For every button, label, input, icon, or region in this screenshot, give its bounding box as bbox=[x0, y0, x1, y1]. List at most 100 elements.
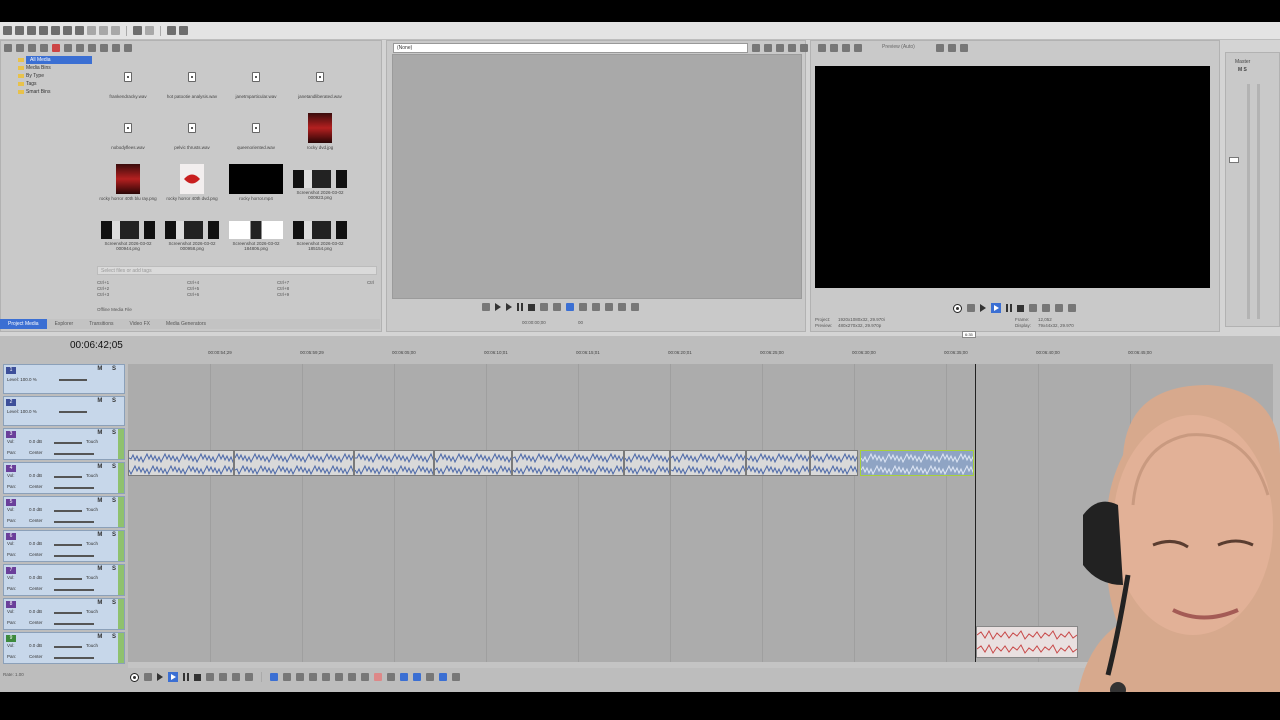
selected-audio-event[interactable] bbox=[860, 450, 974, 476]
mute-solo-buttons[interactable]: M S bbox=[97, 430, 120, 436]
playhead-marker[interactable]: 6:35 bbox=[962, 331, 976, 338]
redo-icon[interactable] bbox=[145, 26, 154, 35]
save-icon[interactable] bbox=[27, 26, 36, 35]
selection-tool-icon[interactable] bbox=[296, 673, 304, 681]
media-item[interactable]: Screenshot 2026-03-02 184806.png bbox=[224, 215, 288, 251]
record-icon[interactable] bbox=[953, 303, 962, 313]
preview-settings-icon[interactable] bbox=[818, 44, 826, 52]
trimmer-option-icon[interactable] bbox=[800, 44, 808, 52]
volume-slider[interactable] bbox=[54, 646, 82, 648]
lock-icon[interactable] bbox=[361, 673, 369, 681]
next-frame-icon[interactable] bbox=[553, 303, 561, 311]
delete-icon[interactable] bbox=[111, 26, 120, 35]
play-icon[interactable] bbox=[168, 672, 178, 682]
preview-fx-icon[interactable] bbox=[830, 44, 838, 52]
trimmer-option-icon[interactable] bbox=[752, 44, 760, 52]
prev-frame-icon[interactable] bbox=[1055, 304, 1063, 312]
volume-slider[interactable] bbox=[54, 442, 82, 444]
mute-solo-buttons[interactable]: M S bbox=[97, 498, 120, 504]
lock-envelopes-icon[interactable] bbox=[439, 673, 447, 681]
tree-item-by-type[interactable]: By Type bbox=[10, 72, 92, 80]
record-icon[interactable] bbox=[130, 672, 139, 682]
go-to-end-icon[interactable] bbox=[1042, 304, 1050, 312]
trimmer-tool-icon[interactable] bbox=[631, 303, 639, 311]
media-item[interactable]: janetandliberated.wav bbox=[288, 62, 352, 99]
audio-event[interactable] bbox=[624, 450, 670, 476]
media-item[interactable]: Screenshot 2026-03-02 185154.png bbox=[288, 215, 352, 251]
copy-snapshot-icon[interactable] bbox=[948, 44, 956, 52]
split-screen-icon[interactable] bbox=[842, 44, 850, 52]
audio-event[interactable] bbox=[810, 450, 858, 476]
mute-solo-buttons[interactable]: M S bbox=[97, 464, 120, 470]
snapping-icon[interactable] bbox=[400, 673, 408, 681]
loop-icon[interactable] bbox=[482, 303, 490, 311]
master-fader[interactable] bbox=[1229, 157, 1239, 163]
pause-icon[interactable] bbox=[1006, 304, 1012, 312]
pan-slider[interactable] bbox=[54, 521, 94, 523]
media-item[interactable]: Screenshot 2026-03-02 000923.png bbox=[288, 164, 352, 200]
go-to-end-icon[interactable] bbox=[219, 673, 227, 681]
auto-ripple-icon[interactable] bbox=[413, 673, 421, 681]
loop-icon[interactable] bbox=[967, 304, 975, 312]
media-item[interactable]: queenoriented.wav bbox=[224, 113, 288, 150]
import-media-icon[interactable] bbox=[4, 44, 12, 52]
ignore-grouping-icon[interactable] bbox=[452, 673, 460, 681]
new-icon[interactable] bbox=[3, 26, 12, 35]
audio-event[interactable] bbox=[128, 450, 234, 476]
trimmer-viewer[interactable] bbox=[392, 54, 802, 299]
get-media-icon[interactable] bbox=[28, 44, 36, 52]
cut-icon[interactable] bbox=[75, 26, 84, 35]
volume-slider[interactable] bbox=[54, 510, 82, 512]
automation-mode[interactable]: Touch bbox=[86, 541, 98, 546]
mute-solo-buttons[interactable]: M S bbox=[97, 600, 120, 606]
prev-frame-icon[interactable] bbox=[232, 673, 240, 681]
preview-quality-dropdown[interactable]: Preview (Auto) bbox=[882, 44, 915, 50]
audio-track-header[interactable]: 4 M S Vol: 0.0 dB Touch Pan: Center bbox=[3, 462, 125, 494]
media-item[interactable]: pelvic thrusts.wav bbox=[160, 113, 224, 150]
trimmer-tool-icon[interactable] bbox=[579, 303, 587, 311]
pause-icon[interactable] bbox=[183, 673, 189, 681]
automation-mode[interactable]: Touch bbox=[86, 643, 98, 648]
pan-slider[interactable] bbox=[54, 589, 94, 591]
play-icon[interactable] bbox=[495, 303, 501, 311]
go-to-start-icon[interactable] bbox=[206, 673, 214, 681]
video-track-header[interactable]: 2 M S Level: 100.0 % bbox=[3, 396, 125, 426]
trimmer-tool-icon[interactable] bbox=[605, 303, 613, 311]
media-item[interactable]: rocky horror.mp4 bbox=[224, 164, 288, 201]
audio-event[interactable] bbox=[746, 450, 810, 476]
mute-solo-buttons[interactable]: M S bbox=[97, 634, 120, 640]
overlays-icon[interactable] bbox=[936, 44, 944, 52]
pause-icon[interactable] bbox=[517, 303, 523, 311]
media-item[interactable]: frankendracky.wav bbox=[96, 62, 160, 99]
trimmer-option-icon[interactable] bbox=[764, 44, 772, 52]
audio-event[interactable] bbox=[434, 450, 512, 476]
loop-icon[interactable] bbox=[144, 673, 152, 681]
undo-icon[interactable] bbox=[133, 26, 142, 35]
dragged-audio-clip[interactable] bbox=[976, 626, 1078, 658]
time-ruler[interactable]: 00:00:54;29 00:05:59;29 00:06:05;00 00:06:1… bbox=[128, 348, 1273, 360]
pan-slider[interactable] bbox=[54, 657, 94, 659]
media-fx-icon[interactable] bbox=[64, 44, 72, 52]
split-icon[interactable] bbox=[348, 673, 356, 681]
envelope-tool-icon[interactable] bbox=[283, 673, 291, 681]
prev-frame-icon[interactable] bbox=[540, 303, 548, 311]
level-slider[interactable] bbox=[59, 411, 87, 413]
automation-mode[interactable]: Touch bbox=[86, 473, 98, 478]
media-item[interactable]: Screenshot 2026-03-02 000944.png bbox=[96, 215, 160, 251]
automation-mode[interactable]: Touch bbox=[86, 439, 98, 444]
timeline-cursor[interactable] bbox=[975, 364, 976, 662]
properties-icon[interactable] bbox=[39, 26, 48, 35]
render-icon[interactable] bbox=[51, 26, 60, 35]
volume-slider[interactable] bbox=[54, 578, 82, 580]
trim-icon[interactable] bbox=[335, 673, 343, 681]
video-track-header[interactable]: 1 M S Level: 100.0 % bbox=[3, 364, 125, 394]
extract-audio-icon[interactable] bbox=[40, 44, 48, 52]
settings-icon[interactable] bbox=[63, 26, 72, 35]
pan-slider[interactable] bbox=[54, 623, 94, 625]
audio-track-header[interactable]: 7 M S Vol: 0.0 dB Touch Pan: Center bbox=[3, 564, 125, 596]
pointer-icon[interactable] bbox=[167, 26, 176, 35]
audio-track-header[interactable]: 5 M S Vol: 0.0 dB Touch Pan: Center bbox=[3, 496, 125, 528]
audio-event[interactable] bbox=[354, 450, 434, 476]
next-frame-icon[interactable] bbox=[245, 673, 253, 681]
media-properties-icon[interactable] bbox=[76, 44, 84, 52]
